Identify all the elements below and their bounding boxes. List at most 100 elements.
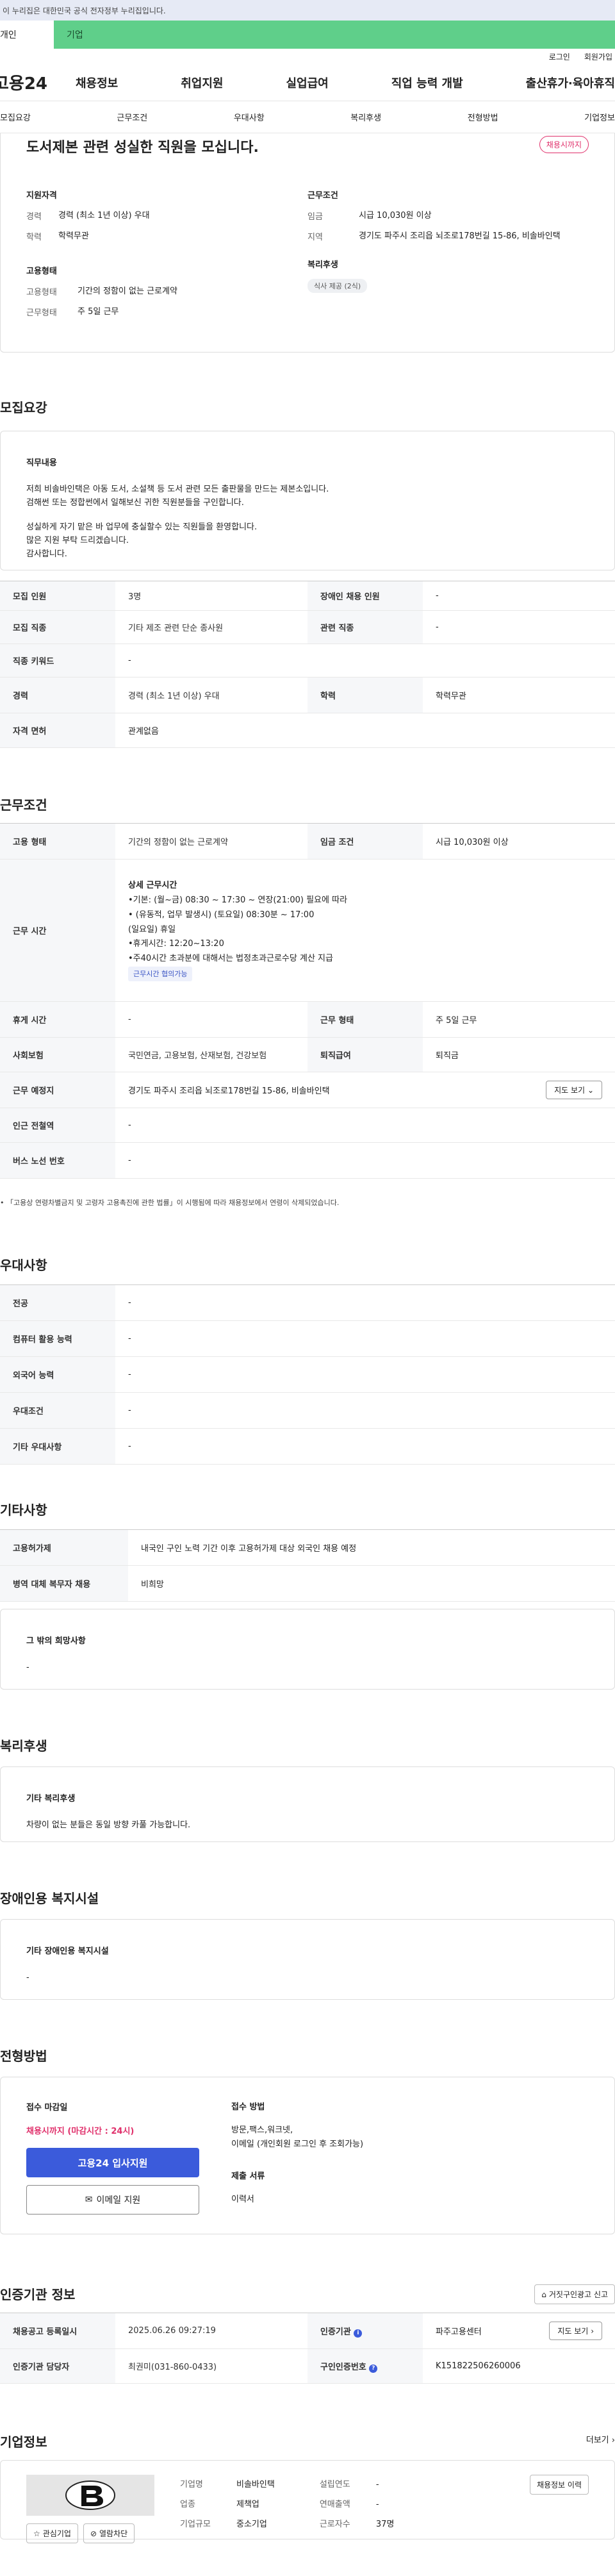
- block-label: 열람차단: [99, 2529, 128, 2538]
- gov-banner-text: 이 누리집은 대한민국 공식 전자정부 누리집입니다.: [3, 6, 166, 15]
- cell-key: 임금 조건: [308, 823, 423, 860]
- duty-line: 많은 지원 부탁 드리겠습니다.: [26, 536, 129, 546]
- cell-value: -: [115, 1284, 615, 1321]
- method-line: 이메일 (개인회원 로그인 후 조회가능): [231, 2140, 364, 2150]
- table-row: 버스 노선 번호 -: [0, 1142, 615, 1179]
- duty-heading: 직무내용: [26, 458, 57, 468]
- cell-key: 구인인증번호 ?: [308, 2348, 423, 2384]
- cell-value: -: [115, 644, 615, 677]
- more-label: 더보기: [586, 2436, 609, 2445]
- cell-key: 인근 전철역: [0, 1108, 115, 1143]
- favorite-label: 관심기업: [42, 2529, 71, 2538]
- signup-link[interactable]: 회원가입: [584, 51, 612, 62]
- block-icon: ⊘: [90, 2529, 97, 2538]
- chevron-right-icon: ›: [591, 2327, 594, 2336]
- table-row: 모집 직종 기타 제조 관련 단순 종사원 관련 직종 -: [0, 610, 615, 644]
- agency-map-button[interactable]: 지도 보기 ›: [549, 2322, 602, 2340]
- anchor-work[interactable]: 근무조건: [117, 111, 147, 123]
- home-icon: ⌂: [541, 2289, 546, 2299]
- gnb-item-employment-support[interactable]: 취업지원: [181, 74, 223, 91]
- bullet-icon: •: [0, 1199, 6, 1207]
- agency-table: 채용공고 등록일시 2025.06.26 09:27:19 인증기관 i 파주고용…: [0, 2313, 615, 2384]
- cell-value: -: [115, 1108, 615, 1143]
- status-badge: 채용시까지: [539, 136, 589, 153]
- cell-value: 시급 10,030원 이상: [423, 823, 615, 860]
- recruit-table: 모집 인원 3명 장애인 채용 인원 - 모집 직종 기타 제조 관련 단순 종사원 …: [0, 581, 615, 748]
- tab-company[interactable]: 기업: [54, 21, 615, 49]
- field-key: 연매출액: [319, 2500, 350, 2510]
- cell-value: 경력 (최소 1년 이상) 우대: [115, 677, 308, 713]
- field-value: 비솔바인택: [236, 2480, 275, 2489]
- favorite-company-button[interactable]: ☆ 관심기업: [26, 2523, 78, 2543]
- company-logo-image: [65, 2480, 115, 2510]
- apply-button[interactable]: 고용24 입사지원: [26, 2148, 199, 2177]
- cell-key: 관련 직종: [308, 610, 423, 644]
- welfare-box: 기타 복리후생 차량이 없는 분들은 동일 방향 카풀 가능합니다.: [0, 1766, 615, 1842]
- site-logo[interactable]: 고용24: [0, 71, 76, 94]
- anchor-recruit[interactable]: 모집요강: [0, 111, 31, 123]
- cell-key: 버스 노선 번호: [0, 1142, 115, 1179]
- block-company-button[interactable]: ⊘ 열람차단: [83, 2523, 135, 2543]
- email-apply-button[interactable]: ✉ 이메일 지원: [26, 2185, 199, 2215]
- emp-value: 기간의 정함이 없는 근로계약: [78, 287, 177, 296]
- cell-key: 근무 예정지: [0, 1072, 115, 1108]
- cell-value: 비희망: [128, 1565, 615, 1602]
- cell-key: 채용공고 등록일시: [0, 2313, 115, 2349]
- gnb-item-unemployment[interactable]: 실업급여: [286, 74, 329, 91]
- cell-key: 사회보험: [0, 1037, 115, 1072]
- anchor-company[interactable]: 기업정보: [584, 111, 615, 123]
- anchor-selection[interactable]: 전형방법: [468, 111, 498, 123]
- help-icon[interactable]: ?: [369, 2364, 378, 2373]
- cell-value: -: [115, 1001, 308, 1038]
- hours-line: •기본: (월~금) 08:30 ~ 17:30 ~ 연장(21:00) 필요에…: [128, 895, 348, 906]
- emp-key: 고용형태: [26, 288, 57, 297]
- mail-icon: ✉: [85, 2195, 93, 2205]
- gnb-item-training[interactable]: 직업 능력 개발: [391, 74, 463, 91]
- table-row: 모집 인원 3명 장애인 채용 인원 -: [0, 581, 615, 611]
- pref-table: 전공 - 컴퓨터 활용 능력 - 외국어 능력 - 우대조건 - 기타 우대사항 -: [0, 1284, 615, 1465]
- info-icon[interactable]: i: [354, 2329, 363, 2338]
- global-nav: 고용24 채용정보 취업지원 실업급여 직업 능력 개발 출산휴가·육아휴직: [0, 64, 615, 101]
- chevron-right-icon: ›: [611, 2436, 615, 2445]
- cell-key: 우대조건: [0, 1392, 115, 1429]
- field-key: 근로자수: [319, 2520, 350, 2530]
- gnb-item-leave[interactable]: 출산휴가·육아휴직: [526, 74, 615, 91]
- table-row: 자격 면허 관계없음: [0, 713, 615, 748]
- welfare-box-text: 차량이 없는 분들은 동일 방향 카풀 가능합니다.: [26, 1820, 191, 1830]
- duty-box: 직무내용 저희 비솔바인택은 아동 도서, 소설책 등 도서 관련 모든 출판물…: [0, 431, 615, 570]
- cell-key: 모집 인원: [0, 581, 115, 611]
- emp-heading: 고용형태: [26, 267, 57, 276]
- report-button-label: 거짓구인광고 신고: [548, 2290, 608, 2299]
- field-value: -: [375, 2480, 379, 2489]
- login-link[interactable]: 로그인: [549, 51, 570, 62]
- cell-value: -: [423, 610, 615, 644]
- hours-line: •주40시간 초과분에 대해서는 법정초과근로수당 계산 지급: [128, 954, 333, 964]
- selection-heading: 전형방법: [0, 2048, 47, 2064]
- cell-key: 컴퓨터 활용 능력: [0, 1320, 115, 1357]
- anchor-pref[interactable]: 우대사항: [234, 111, 265, 123]
- company-more-link[interactable]: 더보기 ›: [586, 2433, 615, 2445]
- cell-key: 인증기관 i: [308, 2313, 423, 2349]
- cell-key: 학력: [308, 677, 423, 713]
- method-heading: 접수 방법: [231, 2102, 265, 2112]
- report-button[interactable]: ⌂ 거짓구인광고 신고: [534, 2284, 615, 2304]
- map-button[interactable]: 지도 보기 ⌄: [546, 1081, 602, 1099]
- cond-value: 경기도 파주시 조리읍 뇌조로178번길 15-86, 비솔바인택: [359, 231, 561, 241]
- cell-key: 휴게 시간: [0, 1001, 115, 1038]
- cell-value: 주 5일 근무: [423, 1001, 615, 1038]
- age-notice-text: 「고용상 연령차별금지 및 고령자 고용촉진에 관한 법률」이 시행됨에 따라 …: [6, 1199, 340, 1207]
- emp-key: 근무형태: [26, 308, 57, 318]
- job-history-button[interactable]: 채용정보 이력: [529, 2475, 589, 2495]
- map-button-label: 지도 보기: [554, 1086, 586, 1095]
- disabled-heading: 장애인용 복지시설: [0, 1891, 99, 1906]
- docs-value: 이력서: [231, 2195, 254, 2205]
- anchor-welfare[interactable]: 복리후생: [350, 111, 381, 123]
- tab-personal[interactable]: 개인: [0, 21, 54, 49]
- other-wish-value: -: [26, 1662, 29, 1672]
- deadline-value: 채용시까지 (마감시간 : 24시): [26, 2127, 135, 2136]
- gnb-item-jobs[interactable]: 채용정보: [76, 74, 118, 91]
- star-icon: ☆: [33, 2529, 40, 2538]
- cell-key: 고용허가제: [0, 1529, 128, 1566]
- deadline-heading: 접수 마감일: [26, 2103, 68, 2113]
- qual-heading: 지원자격: [26, 191, 57, 201]
